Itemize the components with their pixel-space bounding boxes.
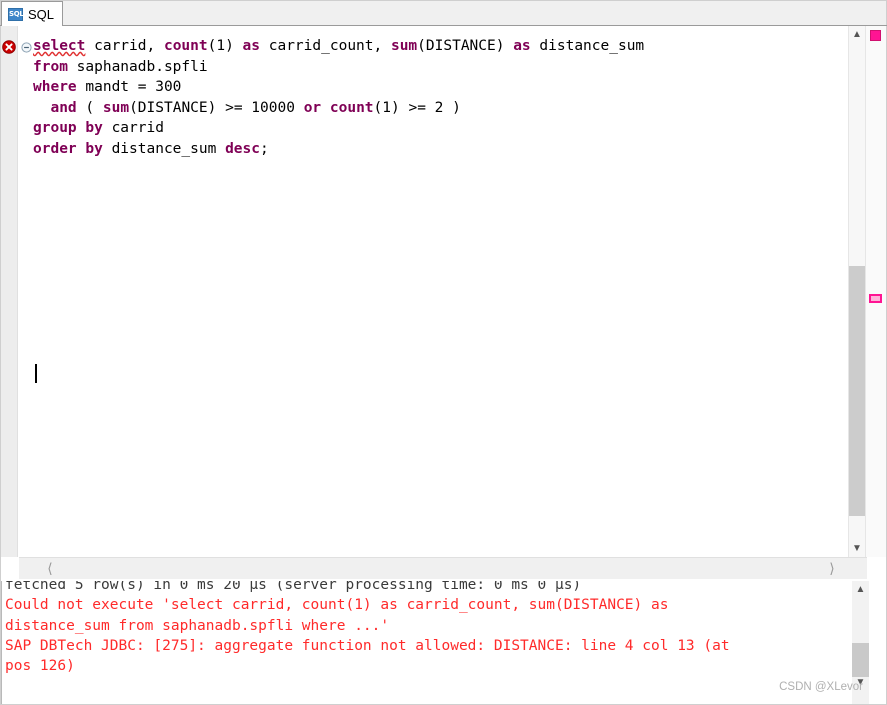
code-line: order by distance_sum desc;: [33, 139, 644, 160]
scrollbar-corner: [0, 557, 19, 579]
sql-code-block: select carrid, count(1) as carrid_count,…: [33, 36, 644, 160]
code-token: carrid: [102, 120, 164, 137]
code-token: desc: [225, 140, 260, 157]
tab-sql[interactable]: SQL SQL: [1, 1, 64, 26]
editor-gutter: [0, 26, 18, 557]
tab-label: SQL: [28, 6, 55, 22]
console-line: fetched 5 row(s) in 0 ms 20 µs (server p…: [5, 581, 582, 593]
code-token: (: [76, 99, 103, 116]
console-line: Could not execute 'select carrid, count(…: [5, 597, 669, 614]
chevron-up-icon[interactable]: ▲: [849, 26, 865, 43]
caret-overview-marker[interactable]: [869, 294, 882, 303]
code-line: group by carrid: [33, 118, 644, 139]
chevron-right-icon[interactable]: ⟩: [821, 558, 843, 579]
code-line: from saphanadb.spfli: [33, 57, 644, 78]
code-token: saphanadb.spfli: [67, 58, 208, 75]
code-token: where: [33, 79, 77, 96]
code-token: (DISTANCE): [417, 38, 514, 54]
code-token: or: [303, 99, 322, 116]
code-token: as: [242, 38, 261, 54]
tab-strip-divider: [0, 25, 887, 26]
code-token: count: [163, 38, 208, 54]
code-line: where mandt = 300: [33, 77, 644, 98]
code-token: count: [329, 99, 374, 116]
code-token: (1) >= 2 ): [373, 99, 461, 116]
watermark-label: CSDN @XLevor: [779, 681, 863, 693]
code-token: and: [50, 99, 77, 116]
code-token: ;: [259, 140, 269, 157]
text-caret: [35, 364, 37, 383]
tab-bar: SQL SQL: [0, 0, 887, 26]
code-text-area[interactable]: select carrid, count(1) as carrid_count,…: [33, 26, 848, 557]
code-token: distance_sum: [102, 140, 226, 157]
console-scroll-thumb[interactable]: [852, 643, 869, 677]
console-text-region[interactable]: fetched 5 row(s) in 0 ms 20 µs (server p…: [1, 581, 846, 705]
editor-overview-ruler[interactable]: [865, 26, 887, 557]
error-overview-marker[interactable]: [870, 30, 881, 41]
code-token: carrid,: [85, 38, 164, 54]
chevron-up-icon[interactable]: ▲: [852, 581, 869, 598]
code-token: sum: [390, 38, 418, 54]
code-line: and ( sum(DISTANCE) >= 10000 or count(1)…: [33, 98, 644, 119]
code-token: (1): [207, 38, 243, 54]
code-token: from: [33, 58, 68, 75]
code-token: distance_sum: [530, 38, 645, 54]
code-token: (DISTANCE) >= 10000: [129, 99, 304, 116]
chevron-left-icon[interactable]: ⟨: [39, 558, 61, 579]
console-line: pos 126): [5, 658, 75, 675]
editor-vertical-scrollbar[interactable]: ▲ ▼: [848, 26, 865, 557]
sql-editor[interactable]: select carrid, count(1) as carrid_count,…: [0, 26, 887, 581]
error-marker-icon[interactable]: [2, 40, 16, 54]
code-token: group by: [33, 120, 103, 137]
chevron-down-icon[interactable]: ▼: [849, 540, 865, 557]
code-token: carrid_count,: [260, 38, 391, 54]
code-token: order by: [33, 140, 103, 157]
code-token: as: [513, 38, 531, 54]
code-token: mandt = 300: [76, 79, 182, 96]
vertical-scroll-thumb[interactable]: [849, 266, 865, 516]
code-token: sum: [102, 99, 130, 116]
console-log: fetched 5 row(s) in 0 ms 20 µs (server p…: [5, 581, 730, 676]
console-output-panel[interactable]: fetched 5 row(s) in 0 ms 20 µs (server p…: [0, 581, 887, 705]
code-token: select: [33, 38, 86, 54]
sql-file-icon: SQL: [8, 7, 24, 21]
console-line: distance_sum from saphanadb.spfli where …: [5, 617, 390, 634]
code-line: select carrid, count(1) as carrid_count,…: [33, 36, 644, 57]
console-line: SAP DBTech JDBC: [275]: aggregate functi…: [5, 637, 730, 654]
editor-horizontal-scrollbar[interactable]: ⟨ ⟩: [19, 557, 867, 579]
editor-fold-column: [19, 26, 33, 557]
code-fold-collapse-icon[interactable]: [21, 42, 32, 53]
